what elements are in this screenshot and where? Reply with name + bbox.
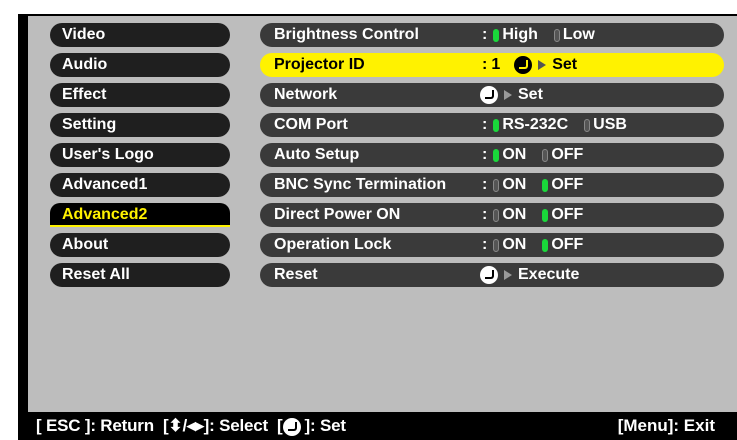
select-hint: ]: Select <box>203 416 269 435</box>
option-label: OFF <box>551 146 584 163</box>
radio-selected-icon[interactable] <box>493 148 500 162</box>
enter-icon <box>480 266 498 284</box>
radio-unselected-icon[interactable] <box>493 238 500 252</box>
setting-value: : ON OFF <box>482 173 597 197</box>
option-label: OFF <box>551 236 584 253</box>
setting-label: Brightness Control <box>274 26 419 43</box>
radio-unselected-icon[interactable] <box>542 148 549 162</box>
radio-unselected-icon[interactable] <box>493 208 500 222</box>
menu-item-setting[interactable]: Setting <box>50 113 230 137</box>
option-label: ON <box>502 176 527 193</box>
radio-selected-icon[interactable] <box>493 28 500 42</box>
radio-selected-icon[interactable] <box>542 178 549 192</box>
setting-value: Execute <box>480 263 579 287</box>
setting-label: BNC Sync Termination <box>274 176 447 193</box>
setting-label: Projector ID <box>274 56 365 73</box>
colon-separator: : <box>482 116 488 133</box>
radio-selected-icon[interactable] <box>493 118 500 132</box>
arrow-right-icon <box>504 90 512 100</box>
arrow-right-icon <box>538 60 547 70</box>
menu-item-reset-all[interactable]: Reset All <box>50 263 230 287</box>
setting-row-projector-id[interactable]: Projector ID:1 Set <box>260 53 724 77</box>
status-hints: [ ESC ]: Return [⬍/◂▸]: Select []: Set <box>36 412 346 440</box>
radio-selected-icon[interactable] <box>542 208 549 222</box>
colon-separator: : <box>482 176 488 193</box>
menu-item-effect[interactable]: Effect <box>50 83 230 107</box>
option-label: OFF <box>551 176 584 193</box>
setting-row-com-port[interactable]: COM Port: RS-232C USB <box>260 113 724 137</box>
option-label: ON <box>502 236 527 253</box>
radio-unselected-icon[interactable] <box>553 28 560 42</box>
option-label: High <box>502 26 538 43</box>
setting-row-network[interactable]: Network Set <box>260 83 724 107</box>
setting-row-direct-power-on[interactable]: Direct Power ON: ON OFF <box>260 203 724 227</box>
setting-value: : ON OFF <box>482 233 597 257</box>
colon-separator: : <box>482 26 488 43</box>
menu-item-advanced2[interactable]: Advanced2 <box>50 203 230 227</box>
colon-separator: : <box>482 206 488 223</box>
menu-item-advanced1[interactable]: Advanced1 <box>50 173 230 197</box>
option-label: ON <box>502 146 527 163</box>
action-label: Set <box>518 86 543 103</box>
colon-separator: : <box>482 56 488 73</box>
esc-hint: [ ESC ]: Return <box>36 416 154 435</box>
radio-unselected-icon[interactable] <box>493 178 500 192</box>
enter-icon <box>480 86 498 104</box>
projector-id-value: 1 <box>491 56 501 73</box>
enter-icon <box>282 417 301 436</box>
setting-row-auto-setup[interactable]: Auto Setup: ON OFF <box>260 143 724 167</box>
action-label: Execute <box>518 266 580 283</box>
option-label: ON <box>502 206 527 223</box>
setting-value: : RS-232C USB <box>482 113 641 137</box>
setting-label: Reset <box>274 266 318 283</box>
setting-value: : ON OFF <box>482 203 597 227</box>
menu-item-video[interactable]: Video <box>50 23 230 47</box>
setting-label: COM Port <box>274 116 348 133</box>
option-label: Low <box>562 26 595 43</box>
setting-row-bnc-sync-termination[interactable]: BNC Sync Termination: ON OFF <box>260 173 724 197</box>
menu-item-audio[interactable]: Audio <box>50 53 230 77</box>
setting-value: : ON OFF <box>482 143 597 167</box>
colon-separator: : <box>482 146 488 163</box>
action-label: Set <box>552 56 578 73</box>
setting-label: Operation Lock <box>274 236 392 253</box>
setting-label: Auto Setup <box>274 146 360 163</box>
setting-label: Direct Power ON <box>274 206 401 223</box>
leftright-arrows-icon: ◂▸ <box>186 416 204 435</box>
radio-selected-icon[interactable] <box>542 238 549 252</box>
option-label: OFF <box>551 206 584 223</box>
radio-unselected-icon[interactable] <box>584 118 591 132</box>
option-label: RS-232C <box>502 116 569 133</box>
option-label: USB <box>593 116 627 133</box>
setting-value: : High Low <box>482 23 609 47</box>
exit-hint: [Menu]: Exit <box>617 416 715 435</box>
setting-row-brightness-control[interactable]: Brightness Control: High Low <box>260 23 724 47</box>
colon-separator: : <box>482 236 488 253</box>
setting-row-reset[interactable]: Reset Execute <box>260 263 724 287</box>
setting-value: :1 Set <box>482 53 577 77</box>
setting-label: Network <box>274 86 338 103</box>
menu-item-about[interactable]: About <box>50 233 230 257</box>
setting-value: Set <box>480 83 543 107</box>
enter-icon <box>514 56 533 74</box>
updown-arrows-icon: ⬍ <box>168 416 183 435</box>
set-hint: ]: Set <box>304 416 347 435</box>
setting-row-operation-lock[interactable]: Operation Lock: ON OFF <box>260 233 724 257</box>
status-bar: [ ESC ]: Return [⬍/◂▸]: Select []: Set [… <box>28 412 737 440</box>
arrow-right-icon <box>504 270 512 280</box>
menu-item-user-s-logo[interactable]: User's Logo <box>50 143 230 167</box>
